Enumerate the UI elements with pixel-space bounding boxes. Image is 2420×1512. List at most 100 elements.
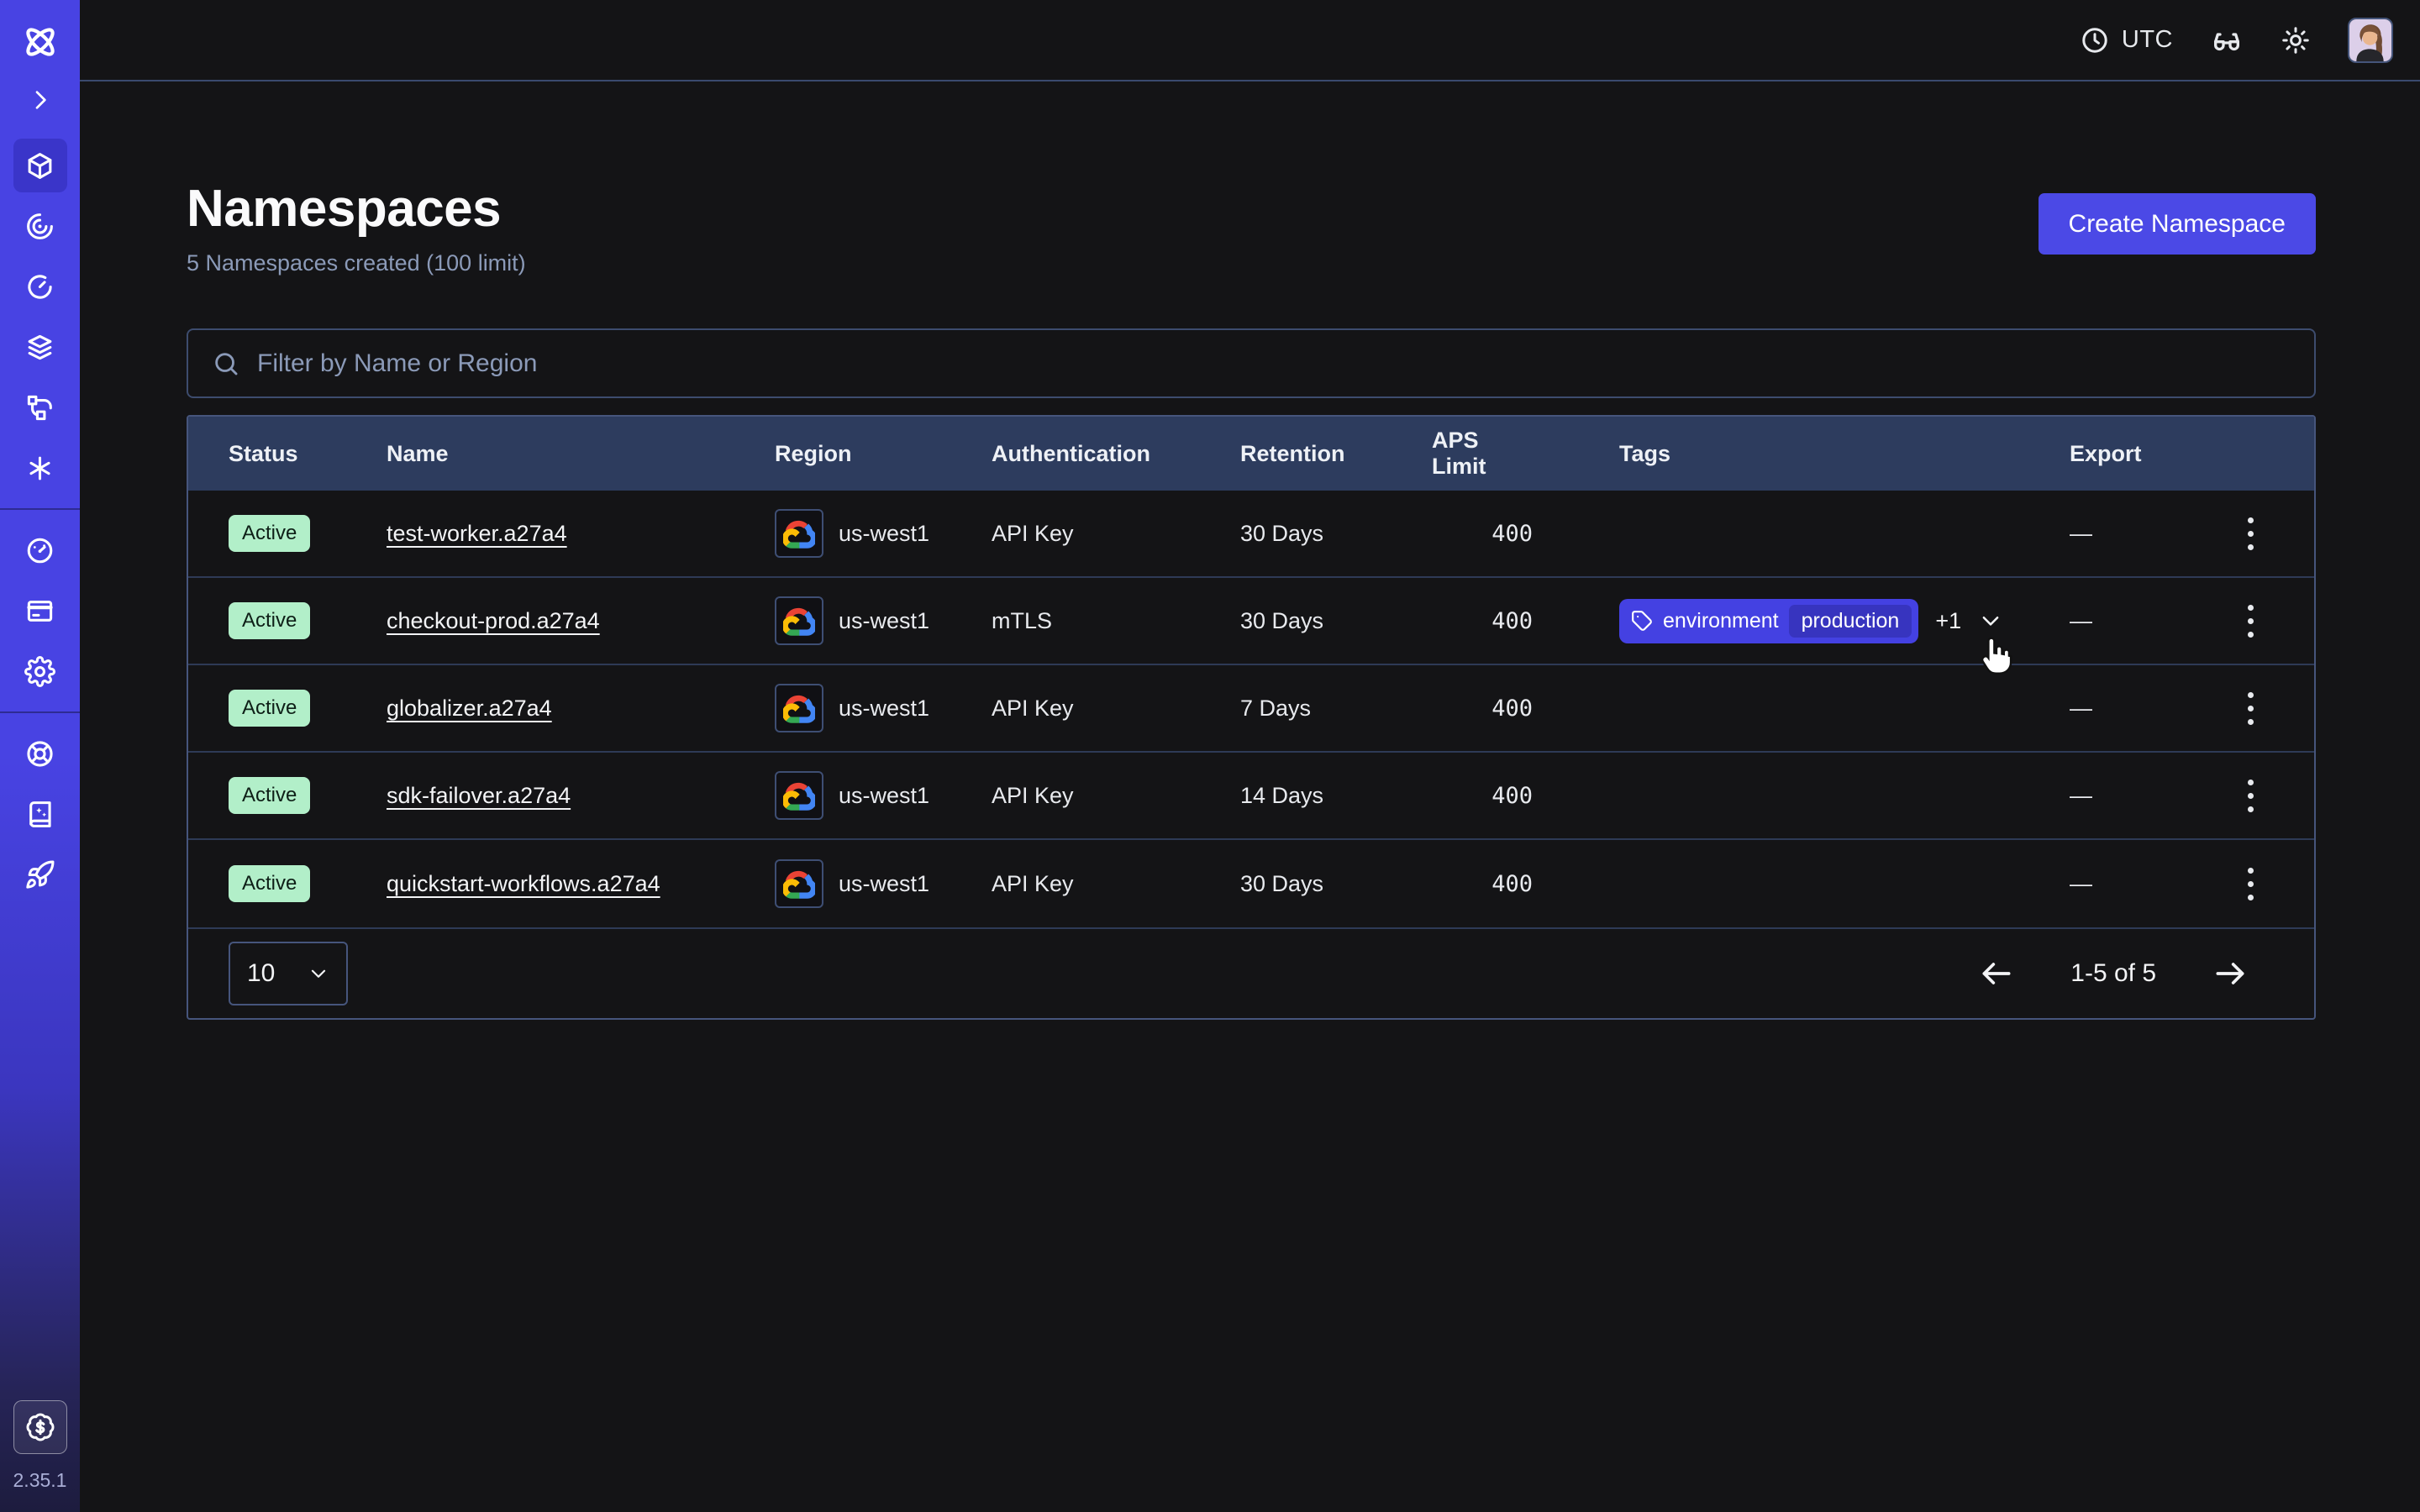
temporal-logo-icon[interactable]	[19, 21, 61, 63]
tag-pill[interactable]: environmentproduction	[1619, 599, 1918, 643]
google-cloud-icon	[783, 693, 815, 723]
column-header-retention: Retention	[1240, 441, 1432, 467]
row-actions-menu-button[interactable]	[2239, 771, 2262, 821]
status-badge: Active	[229, 865, 310, 902]
timezone-button[interactable]: UTC	[2080, 25, 2173, 55]
row-actions-menu-button[interactable]	[2239, 596, 2262, 646]
sidebar-item-rocket[interactable]	[13, 848, 67, 901]
page-title: Namespaces	[187, 179, 526, 239]
main-content: Namespaces 5 Namespaces created (100 lim…	[80, 81, 2420, 1512]
aps-limit-cell: 400	[1491, 783, 1533, 809]
sidebar-item-cube[interactable]	[13, 139, 67, 192]
export-cell: —	[2070, 521, 2217, 547]
book-sparkles-icon	[24, 799, 55, 830]
aps-limit-cell: 400	[1491, 608, 1533, 634]
status-badge: Active	[229, 515, 310, 552]
page-size-value: 10	[247, 959, 275, 988]
search-icon	[212, 349, 240, 378]
namespace-link[interactable]: test-worker.a27a4	[387, 521, 567, 546]
export-cell: —	[2070, 608, 2217, 634]
branch-icon	[24, 392, 55, 423]
table-row: Activeglobalizer.a27a4us-west1API Key7 D…	[188, 665, 2314, 753]
next-page-button[interactable]	[2212, 955, 2249, 992]
column-header-aps-limit: APS Limit	[1432, 428, 1533, 480]
previous-page-button[interactable]	[1978, 955, 2015, 992]
sidebar-expand-button[interactable]	[27, 87, 54, 113]
sidebar-item-layers[interactable]	[13, 320, 67, 374]
filter-input[interactable]	[257, 349, 2291, 378]
retention-cell: 14 Days	[1240, 783, 1432, 809]
aps-limit-cell: 400	[1491, 696, 1533, 722]
gear-icon	[24, 656, 55, 687]
table-row: Activesdk-failover.a27a4us-west1API Key1…	[188, 753, 2314, 840]
labs-glasses-button[interactable]	[2210, 24, 2244, 57]
sidebar-item-asterisk[interactable]	[13, 441, 67, 495]
status-badge: Active	[229, 602, 310, 639]
chevron-down-icon	[308, 963, 329, 984]
sidebar-item-timer[interactable]	[13, 260, 67, 313]
timezone-label: UTC	[2122, 26, 2173, 54]
chevron-down-icon	[1978, 608, 2003, 633]
export-cell: —	[2070, 871, 2217, 897]
pagination-range: 1-5 of 5	[2070, 959, 2156, 988]
sidebar-item-branch[interactable]	[13, 381, 67, 434]
region-label: us-west1	[839, 783, 929, 809]
tags-expand-button[interactable]	[1978, 608, 2003, 633]
google-cloud-icon	[783, 780, 815, 811]
column-header-status: Status	[229, 441, 387, 467]
sidebar-item-book-sparkles[interactable]	[13, 787, 67, 841]
sidebar-nav-help	[0, 720, 80, 901]
google-cloud-icon	[783, 518, 815, 549]
table-pagination: 10 1-5 of 5	[188, 927, 2314, 1018]
sidebar-item-gauge[interactable]	[13, 523, 67, 577]
clock-icon	[2080, 25, 2110, 55]
sidebar-divider	[0, 711, 80, 713]
row-actions-menu-button[interactable]	[2239, 859, 2262, 909]
export-cell: —	[2070, 696, 2217, 722]
column-header-region: Region	[775, 441, 992, 467]
filter-bar	[187, 328, 2316, 398]
credits-button[interactable]	[13, 1400, 67, 1454]
google-cloud-icon	[783, 869, 815, 899]
column-header-name: Name	[387, 441, 775, 467]
column-header-tags: Tags	[1533, 441, 2070, 467]
sidebar-item-gear[interactable]	[13, 644, 67, 698]
create-namespace-button[interactable]: Create Namespace	[2039, 193, 2316, 255]
namespaces-table: Status Name Region Authentication Retent…	[187, 415, 2316, 1020]
cloud-provider-badge	[775, 684, 823, 732]
cloud-provider-badge	[775, 859, 823, 908]
chevron-right-icon	[27, 87, 54, 113]
region-label: us-west1	[839, 521, 929, 547]
gauge-icon	[24, 535, 55, 566]
user-avatar[interactable]	[2348, 18, 2393, 63]
sidebar-item-spiral[interactable]	[13, 199, 67, 253]
topbar: UTC	[80, 0, 2420, 81]
badge-dollar-icon	[25, 1412, 55, 1442]
google-cloud-icon	[783, 606, 815, 636]
table-body: Active test-worker.a27a4 us-west1 API Key 30…	[188, 491, 2314, 927]
theme-toggle-button[interactable]	[2281, 25, 2311, 55]
row-actions-menu-button[interactable]	[2239, 684, 2262, 733]
region-label: us-west1	[839, 608, 929, 634]
sidebar-item-browser[interactable]	[13, 584, 67, 638]
namespace-link[interactable]: globalizer.a27a4	[387, 696, 552, 721]
table-row: Activetest-worker.a27a4us-west1API Key30…	[188, 491, 2314, 578]
tag-icon	[1631, 610, 1653, 632]
table-row: Activecheckout-prod.a27a4us-west1mTLS30 …	[188, 578, 2314, 665]
retention-cell: 30 Days	[1240, 521, 1432, 547]
namespace-link[interactable]: sdk-failover.a27a4	[387, 783, 571, 808]
sidebar-item-lifebuoy[interactable]	[13, 727, 67, 780]
namespace-link[interactable]: checkout-prod.a27a4	[387, 608, 600, 633]
auth-cell: API Key	[992, 871, 1240, 897]
status-badge: Active	[229, 777, 310, 814]
sun-icon	[2281, 25, 2311, 55]
status-badge: Active	[229, 690, 310, 727]
aps-limit-cell: 400	[1491, 871, 1533, 897]
namespace-link[interactable]: quickstart-workflows.a27a4	[387, 871, 660, 896]
aps-limit-cell: 400	[1491, 521, 1533, 547]
rocket-icon	[24, 859, 55, 890]
row-actions-menu-button[interactable]	[2239, 509, 2262, 559]
sidebar-nav-primary	[0, 132, 80, 495]
lifebuoy-icon	[24, 738, 55, 769]
page-size-select[interactable]: 10	[229, 942, 348, 1005]
